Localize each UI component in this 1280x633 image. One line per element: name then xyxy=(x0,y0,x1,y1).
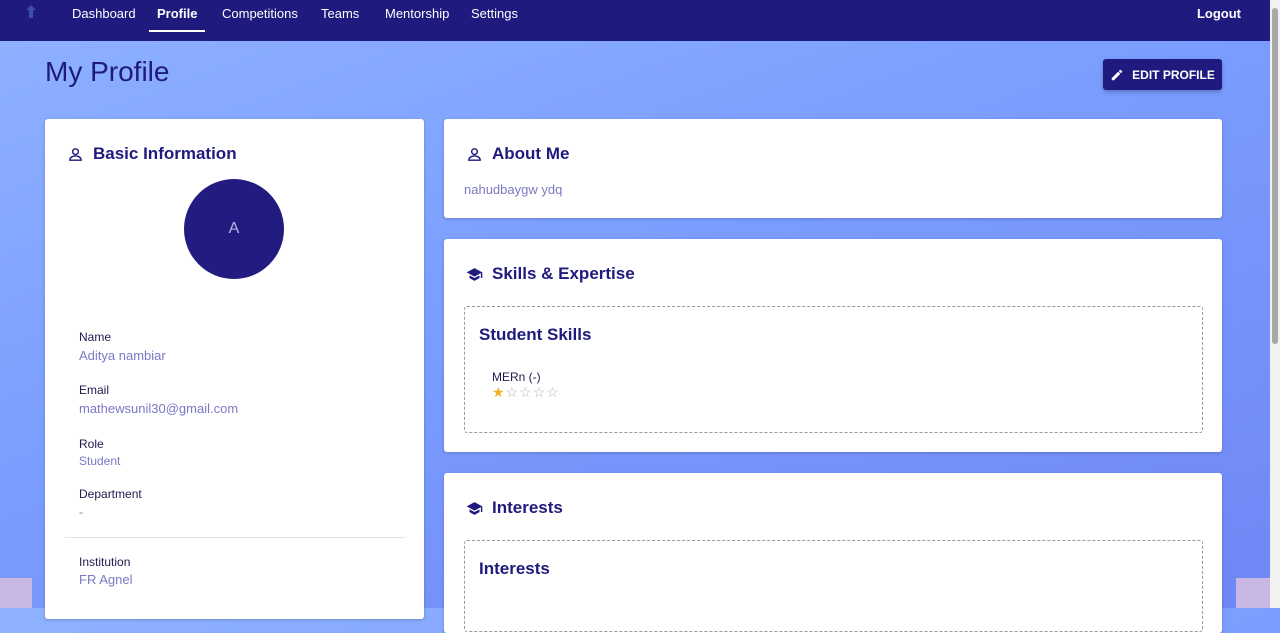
logo-icon[interactable] xyxy=(24,4,38,20)
department-label: Department xyxy=(79,487,142,501)
nav-profile[interactable]: Profile xyxy=(149,0,206,32)
page-edge-right xyxy=(1236,578,1270,608)
star-empty-icon: ☆ xyxy=(505,384,520,400)
skill-name: MERn (-) xyxy=(492,370,541,384)
name-label: Name xyxy=(79,330,112,344)
institution-value: FR Agnel xyxy=(79,572,133,587)
email-value: mathewsunil30@gmail.com xyxy=(79,401,239,416)
nav-mentorship[interactable]: Mentorship xyxy=(385,0,449,30)
page-title: My Profile xyxy=(45,56,170,87)
student-skills-box: Student Skills MERn (-) ★☆☆☆☆ xyxy=(464,306,1203,433)
person-icon xyxy=(468,147,481,161)
avatar: A xyxy=(184,179,284,279)
name-value: Aditya nambiar xyxy=(79,348,166,363)
skills-title: Skills & Expertise xyxy=(492,264,635,283)
nav-competitions[interactable]: Competitions xyxy=(222,0,298,30)
nav-settings[interactable]: Settings xyxy=(471,0,518,30)
nav-teams[interactable]: Teams xyxy=(321,0,359,30)
basic-info-card: Basic Information A Name Aditya nambiar … xyxy=(45,119,424,619)
top-nav-bar: Dashboard Profile Competitions Teams Men… xyxy=(0,0,1270,41)
nav-dashboard[interactable]: Dashboard xyxy=(72,0,136,30)
student-skills-title: Student Skills xyxy=(479,325,592,344)
interests-card: Interests Interests xyxy=(444,473,1222,633)
star-empty-icon: ☆ xyxy=(546,384,560,400)
skill-rating: ★☆☆☆☆ xyxy=(492,384,560,401)
interests-box: Interests xyxy=(464,540,1203,632)
graduation-cap-icon xyxy=(466,501,483,515)
about-title: About Me xyxy=(492,144,570,163)
pencil-icon xyxy=(1111,69,1123,80)
about-card: About Me nahudbaygw ydq xyxy=(444,119,1222,218)
vertical-scrollbar[interactable] xyxy=(1270,0,1280,608)
about-header: About Me xyxy=(466,144,569,164)
about-text: nahudbaygw ydq xyxy=(464,182,563,197)
interests-title: Interests xyxy=(492,498,563,517)
divider xyxy=(65,537,405,538)
skills-card: Skills & Expertise Student Skills MERn (… xyxy=(444,239,1222,452)
basic-info-header: Basic Information xyxy=(67,144,237,164)
person-icon xyxy=(69,147,82,161)
role-value: Student xyxy=(79,454,121,468)
basic-info-title: Basic Information xyxy=(93,144,237,163)
role-label: Role xyxy=(79,437,104,451)
star-filled-icon: ★ xyxy=(492,384,506,400)
star-empty-icon: ☆ xyxy=(532,384,547,400)
email-label: Email xyxy=(79,383,110,397)
star-empty-icon: ☆ xyxy=(519,384,533,400)
logout-button[interactable]: Logout xyxy=(1197,0,1241,28)
interests-section-title: Interests xyxy=(479,559,550,578)
department-value: - xyxy=(79,505,83,519)
institution-label: Institution xyxy=(79,555,131,569)
interests-header: Interests xyxy=(466,498,563,518)
edit-profile-label: EDIT PROFILE xyxy=(1132,67,1215,82)
graduation-cap-icon xyxy=(466,267,483,281)
skills-header: Skills & Expertise xyxy=(466,264,635,284)
edit-profile-button[interactable]: EDIT PROFILE xyxy=(1103,59,1222,90)
page-edge-left xyxy=(0,578,32,608)
scrollbar-thumb[interactable] xyxy=(1272,8,1278,344)
